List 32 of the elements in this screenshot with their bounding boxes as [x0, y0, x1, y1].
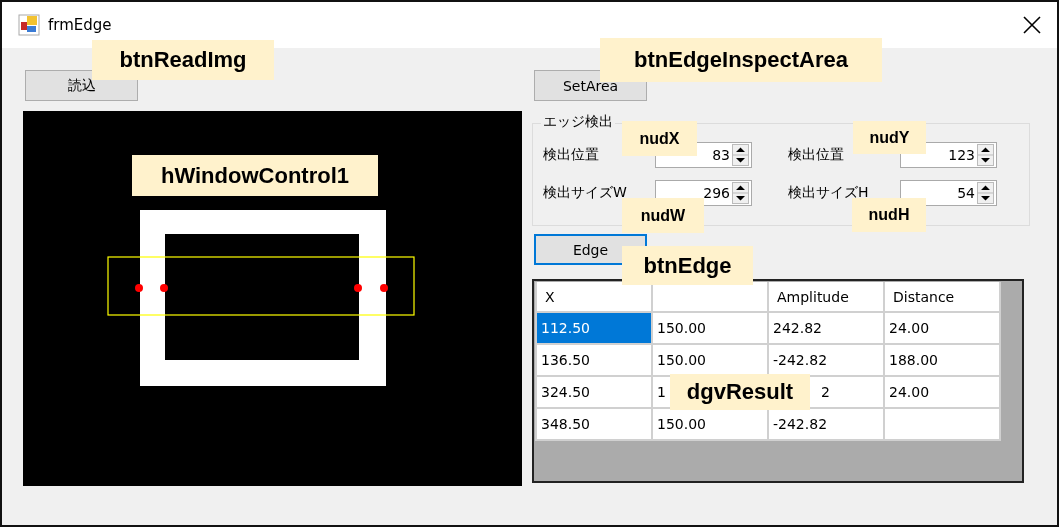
close-icon[interactable] — [1023, 16, 1041, 34]
spinner-icon[interactable] — [977, 182, 994, 204]
table-cell[interactable]: 136.50 — [536, 344, 652, 376]
table-cell[interactable]: 348.50 — [536, 408, 652, 440]
table-cell[interactable]: 242.82 — [768, 312, 884, 344]
field-label: 検出位置 — [543, 146, 600, 164]
callout-tooltip: nudW — [622, 198, 704, 233]
callout-tooltip: dgvResult — [670, 374, 810, 410]
table-cell[interactable]: 150.00 — [652, 312, 768, 344]
spinner-icon[interactable] — [732, 144, 749, 166]
app-icon — [18, 14, 40, 36]
table-cell[interactable]: 324.50 — [536, 376, 652, 408]
callout-tooltip: nudX — [622, 121, 697, 156]
callout-tooltip: btnEdge — [622, 246, 753, 285]
table-cell[interactable]: 188.00 — [884, 344, 1000, 376]
table-cell[interactable]: 112.50 — [536, 312, 652, 344]
number-field[interactable]: 54 — [900, 180, 997, 206]
column-header[interactable]: Distance — [884, 282, 1000, 312]
callout-tooltip: nudH — [852, 198, 926, 232]
callout-tooltip: btnReadImg — [92, 40, 274, 80]
callout-tooltip: hWindowControl1 — [132, 155, 378, 196]
spinner-icon[interactable] — [732, 182, 749, 204]
window-title: frmEdge — [48, 16, 113, 34]
callout-tooltip: nudY — [853, 121, 926, 154]
callout-tooltip: btnEdgeInspectArea — [600, 38, 882, 82]
table-cell[interactable]: 24.00 — [884, 376, 1000, 408]
column-header[interactable]: Amplitude — [768, 282, 884, 312]
table-cell[interactable] — [884, 408, 1000, 440]
table-cell[interactable]: 24.00 — [884, 312, 1000, 344]
group-title: エッジ検出 — [541, 113, 615, 131]
spinner-icon[interactable] — [977, 144, 994, 166]
field-label: 検出位置 — [788, 146, 845, 164]
